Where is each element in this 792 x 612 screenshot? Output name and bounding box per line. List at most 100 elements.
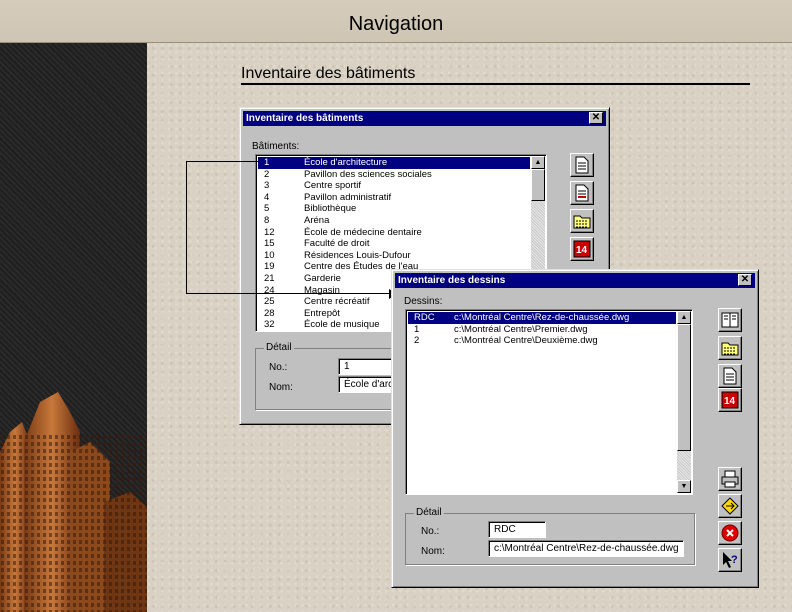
svg-text:?: ? bbox=[731, 554, 738, 566]
drawings-list-label: Dessins: bbox=[404, 296, 443, 307]
building-number: 21 bbox=[264, 272, 275, 284]
section-title: Inventaire des bâtiments bbox=[241, 65, 416, 82]
document-icon bbox=[575, 156, 589, 174]
building-name: École d'architecture bbox=[304, 157, 388, 168]
building-name: Bibliothèque bbox=[304, 203, 357, 215]
nom-field[interactable]: c:\Montréal Centre\Rez-de-chaussée.dwg bbox=[488, 540, 684, 557]
building-row[interactable]: 15 Faculté de droit bbox=[258, 238, 530, 250]
drawing-number: 2 bbox=[414, 335, 420, 347]
building-name: Magasin bbox=[304, 284, 340, 296]
document-button[interactable] bbox=[718, 364, 742, 388]
calendar-14-icon: 14 bbox=[573, 240, 591, 258]
window-title-bar: Inventaire des dessins ✕ bbox=[395, 273, 755, 288]
detail-caption: Détail bbox=[414, 507, 444, 518]
building-row[interactable]: 4 Pavillon administratif bbox=[258, 192, 530, 204]
section-divider bbox=[241, 83, 750, 85]
calendar-14-icon: 14 bbox=[721, 391, 739, 409]
document-red-icon bbox=[575, 184, 589, 202]
connector-line bbox=[186, 293, 390, 294]
help-pointer-icon: ? bbox=[723, 552, 738, 568]
detail-caption: Détail bbox=[264, 342, 294, 353]
scroll-thumb[interactable] bbox=[677, 324, 691, 451]
connector-line bbox=[186, 161, 187, 294]
close-red-icon bbox=[721, 524, 739, 542]
folder-list-icon bbox=[721, 342, 739, 356]
print-button[interactable] bbox=[718, 467, 742, 491]
slide-header: Navigation bbox=[0, 0, 792, 43]
book-button[interactable] bbox=[718, 308, 742, 332]
building-number: 28 bbox=[264, 307, 275, 319]
building-row[interactable]: 2 Pavillon des sciences sociales bbox=[258, 169, 530, 181]
document-button[interactable] bbox=[570, 153, 594, 177]
window-title-bar: Inventaire des bâtiments ✕ bbox=[243, 111, 606, 126]
folder-list-icon bbox=[573, 215, 591, 229]
no-label: No.: bbox=[421, 526, 440, 537]
document-icon bbox=[723, 367, 737, 385]
drawing-file-path: c:\Montréal Centre\Rez-de-chaussée.dwg bbox=[454, 312, 630, 323]
building-number: 2 bbox=[264, 168, 270, 180]
detail-group: Détail bbox=[405, 507, 695, 565]
folder-list-button[interactable] bbox=[570, 209, 594, 233]
building-number: 32 bbox=[264, 319, 275, 331]
drawing-row[interactable]: 2 c:\Montréal Centre\Deuxième.dwg bbox=[408, 335, 676, 347]
close-button[interactable]: ✕ bbox=[589, 112, 603, 124]
drawing-file-path: c:\Montréal Centre\Deuxième.dwg bbox=[454, 335, 598, 347]
calendar-button[interactable]: 14 bbox=[718, 388, 742, 412]
drawings-scrollbar[interactable]: ▲ ▼ bbox=[677, 311, 691, 493]
building-number: 24 bbox=[264, 284, 275, 296]
window-title: Inventaire des bâtiments bbox=[246, 113, 364, 124]
building-row[interactable]: 5 Bibliothèque bbox=[258, 203, 530, 215]
close-button[interactable]: ✕ bbox=[738, 274, 752, 286]
drawing-row[interactable]: 1 c:\Montréal Centre\Premier.dwg bbox=[408, 324, 676, 336]
building-number: 10 bbox=[264, 249, 275, 261]
calendar-day-text: 14 bbox=[724, 396, 736, 407]
drawing-number: RDC bbox=[414, 312, 435, 323]
drawings-list[interactable]: RDC c:\Montréal Centre\Rez-de-chaussée.dw… bbox=[405, 309, 693, 495]
building-name: Pavillon des sciences sociales bbox=[304, 168, 432, 180]
building-number: 25 bbox=[264, 296, 275, 308]
building-number: 15 bbox=[264, 238, 275, 250]
building-number: 3 bbox=[264, 180, 270, 192]
building-name: Centre récréatif bbox=[304, 296, 370, 308]
scroll-track[interactable] bbox=[677, 451, 691, 481]
building-number: 12 bbox=[264, 226, 275, 238]
cancel-button[interactable] bbox=[718, 521, 742, 545]
building-name: Centre sportif bbox=[304, 180, 362, 192]
building-row[interactable]: 1 École d'architecture bbox=[258, 157, 530, 169]
building-name: Garderie bbox=[304, 272, 341, 284]
no-label: No.: bbox=[269, 362, 288, 373]
folder-list-button[interactable] bbox=[718, 336, 742, 360]
building-name: Faculté de droit bbox=[304, 238, 370, 250]
calendar-button[interactable]: 14 bbox=[570, 237, 594, 261]
document-red-button[interactable] bbox=[570, 181, 594, 205]
no-field[interactable]: RDC bbox=[488, 521, 546, 538]
book-icon bbox=[721, 312, 739, 328]
building-number: 8 bbox=[264, 214, 270, 226]
scroll-down-button[interactable]: ▼ bbox=[677, 480, 691, 493]
building-number: 4 bbox=[264, 191, 270, 203]
building-name: Pavillon administratif bbox=[304, 191, 392, 203]
drawing-row[interactable]: RDC c:\Montréal Centre\Rez-de-chaussée.dw… bbox=[408, 312, 676, 324]
navigate-button[interactable] bbox=[718, 494, 742, 518]
building-number: 19 bbox=[264, 261, 275, 273]
building-name: Résidences Louis-Dufour bbox=[304, 249, 411, 261]
building-row[interactable]: 12 École de médecine dentaire bbox=[258, 227, 530, 239]
nom-label: Nom: bbox=[269, 382, 293, 393]
window-title: Inventaire des dessins bbox=[398, 275, 506, 286]
building-row[interactable]: 3 Centre sportif bbox=[258, 180, 530, 192]
navigate-icon bbox=[721, 497, 739, 515]
drawing-file-path: c:\Montréal Centre\Premier.dwg bbox=[454, 323, 588, 335]
connector-line bbox=[186, 161, 258, 162]
building-photo bbox=[0, 392, 147, 612]
scroll-thumb[interactable] bbox=[531, 169, 545, 201]
help-button[interactable]: ? bbox=[718, 548, 742, 572]
buildings-list-label: Bâtiments: bbox=[252, 141, 300, 152]
building-row[interactable]: 10 Résidences Louis-Dufour bbox=[258, 250, 530, 262]
scroll-up-button[interactable]: ▲ bbox=[677, 311, 691, 324]
nom-label: Nom: bbox=[421, 546, 445, 557]
printer-icon bbox=[721, 470, 739, 488]
calendar-day-text: 14 bbox=[576, 245, 588, 256]
drawings-inventory-window: Inventaire des dessins ✕ Dessins: RDC c:\… bbox=[391, 269, 759, 588]
building-row[interactable]: 8 Aréna bbox=[258, 215, 530, 227]
scroll-up-button[interactable]: ▲ bbox=[531, 156, 545, 169]
